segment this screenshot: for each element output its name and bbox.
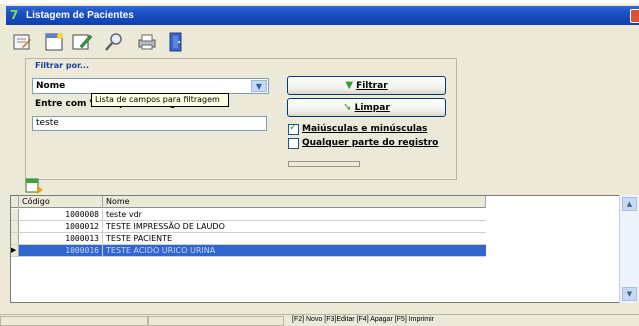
column-header-code[interactable]: Código [19,196,103,208]
case-sensitive-checkbox[interactable] [288,122,299,135]
exit-door-icon[interactable] [164,30,188,54]
filter-value-input[interactable]: teste [32,116,267,131]
close-button[interactable] [630,9,639,23]
row-indicator [11,245,19,257]
cell-name[interactable]: TESTE ACIDO URICO URINA [103,245,486,257]
scroll-down-icon[interactable]: ▼ [622,287,637,301]
filter-button-label: Filtrar [356,81,388,91]
row-indicator [11,233,19,245]
status-panel-1 [0,316,148,326]
clear-button[interactable]: ➘ Limpar [287,98,446,117]
edit-record-icon[interactable] [10,30,34,54]
edit-pencil-icon[interactable] [70,30,94,54]
search-magnifier-icon[interactable] [102,30,126,54]
cell-code[interactable]: 1000012 [19,221,103,233]
table-row[interactable]: 1000012 TESTE IMPRESSÃO DE LAUDO [11,221,486,233]
scroll-up-icon[interactable]: ▲ [622,197,637,211]
partial-match-checkbox[interactable] [288,138,299,149]
row-indicator [11,209,19,221]
filter-group-label: Filtrar por... [35,61,89,70]
cell-name[interactable]: TESTE PACIENTE [103,233,486,245]
export-spreadsheet-icon[interactable] [25,177,45,195]
case-sensitive-label[interactable]: Maiúsculas e minúsculas [302,124,427,134]
app-window: 7 Listagem de Pacientes Filtrar por... N… [0,0,639,326]
cell-code[interactable]: 1000016 [19,245,103,257]
grid-header: Código Nome [11,196,486,208]
field-list-tooltip: Lista de campos para filtragem [91,93,229,107]
app-logo-icon: 7 [10,8,19,22]
funnel-icon: ▼ [345,80,354,91]
chevron-down-icon[interactable]: ▼ [251,80,267,92]
clear-button-label: Limpar [354,103,390,113]
column-header-name[interactable]: Nome [103,196,486,208]
window-title: Listagem de Pacientes [26,10,134,21]
table-row[interactable]: 1000016TESTE ACIDO URICO URINA [11,245,486,257]
status-bar: [F2] Novo [F3]Editar [F4] Apagar [F5] Im… [0,314,639,326]
partial-match-label[interactable]: Qualquer parte do registro [302,138,438,148]
cell-code[interactable]: 1000013 [19,233,103,245]
filter-button[interactable]: ▼ Filtrar [287,76,446,95]
vertical-scrollbar[interactable]: ▲ ▼ [619,195,639,303]
background-strip [0,0,639,4]
broom-icon: ➘ [343,102,352,113]
toolbar [10,28,230,58]
patients-grid[interactable]: Código Nome 1000008 teste vdr 1000012 TESTE… [10,195,629,303]
cell-code[interactable]: 1000008 [19,209,103,221]
filter-field-value: Nome [36,81,66,91]
new-record-icon[interactable] [42,30,66,54]
header-indicator [11,196,19,208]
status-panel-2 [148,316,284,326]
table-row[interactable]: 1000008 teste vdr [11,209,486,221]
title-bar[interactable]: 7 Listagem de Pacientes [6,6,639,25]
cell-name[interactable]: TESTE IMPRESSÃO DE LAUDO [103,221,486,233]
filter-field-select[interactable]: Nome ▼ [32,78,269,94]
row-indicator [11,221,19,233]
panel-splitter[interactable] [288,161,360,167]
cell-name[interactable]: teste vdr [103,209,486,221]
table-row[interactable]: 1000013 TESTE PACIENTE [11,233,486,245]
shortcut-hints: [F2] Novo [F3]Editar [F4] Apagar [F5] Im… [292,316,434,323]
printer-icon[interactable] [135,30,159,54]
